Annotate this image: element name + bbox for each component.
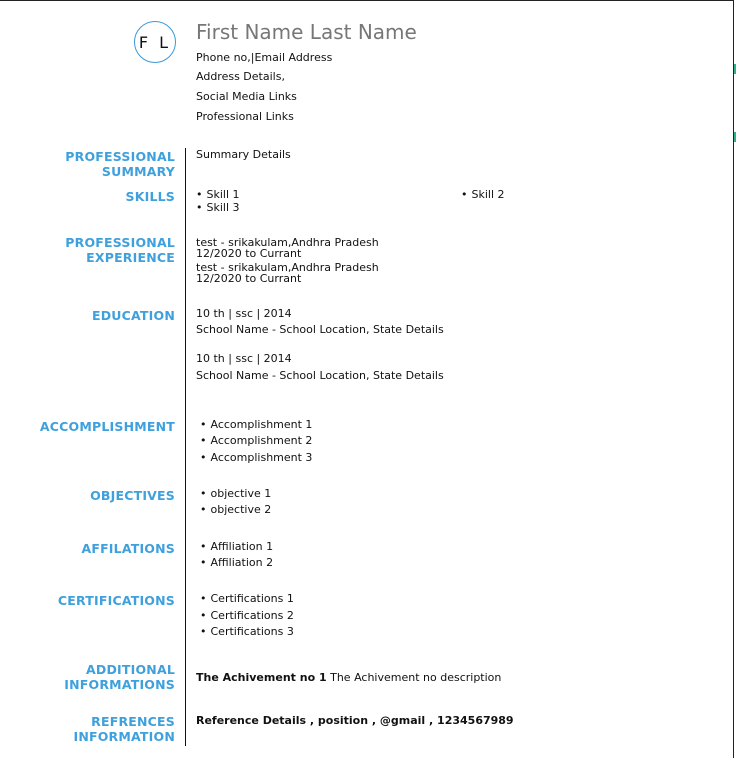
contact-line: Social Media Links bbox=[196, 90, 297, 103]
full-name: First Name Last Name bbox=[196, 20, 417, 44]
initials-avatar: F L bbox=[134, 21, 176, 63]
skill-item: Skill 3 bbox=[196, 202, 240, 214]
achievement-title: The Achivement no 1 bbox=[196, 671, 327, 684]
skill-item: Skill 2 bbox=[461, 189, 505, 201]
label-line: INFORMATION bbox=[73, 729, 175, 744]
education-title: 10 th | ssc | 2014 bbox=[196, 307, 292, 320]
certification-item: Certifications 2 bbox=[200, 610, 294, 622]
label-line: PROFESSIONAL bbox=[65, 149, 175, 164]
objective-item: objective 1 bbox=[200, 488, 272, 500]
label-line: INFORMATIONS bbox=[64, 677, 175, 692]
reference-details: Reference Details , position , @gmail , … bbox=[196, 714, 514, 727]
label-line: ADDITIONAL bbox=[86, 662, 175, 677]
education-school: School Name - School Location, State Det… bbox=[196, 369, 444, 382]
summary-text: Summary Details bbox=[196, 148, 291, 161]
contact-line: Professional Links bbox=[196, 110, 294, 123]
certification-item: Certifications 3 bbox=[200, 626, 294, 638]
certification-item: Certifications 1 bbox=[200, 593, 294, 605]
section-label-certifications: CERTIFICATIONS bbox=[57, 593, 175, 608]
section-label-additional: ADDITIONAL INFORMATIONS bbox=[64, 662, 175, 692]
page-border-top bbox=[0, 0, 733, 1]
label-line: PROFESSIONAL bbox=[65, 235, 175, 250]
accomplishment-item: Accomplishment 2 bbox=[200, 435, 313, 447]
experience-dates: 12/2020 to Currant bbox=[196, 247, 302, 260]
section-label-objectives: OBJECTIVES bbox=[90, 488, 175, 503]
section-label-skills: SKILLS bbox=[125, 189, 175, 204]
page-border-right bbox=[733, 0, 734, 758]
experience-dates: 12/2020 to Currant bbox=[196, 272, 302, 285]
accomplishment-item: Accomplishment 1 bbox=[200, 419, 313, 431]
education-school: School Name - School Location, State Det… bbox=[196, 323, 444, 336]
section-label-affilations: AFFILATIONS bbox=[81, 541, 175, 556]
objective-item: objective 2 bbox=[200, 504, 272, 516]
label-line: SUMMARY bbox=[101, 164, 175, 179]
contact-line: Address Details, bbox=[196, 70, 285, 83]
contact-line: Phone no,|Email Address bbox=[196, 51, 333, 64]
skill-item: Skill 1 bbox=[196, 189, 240, 201]
education-title: 10 th | ssc | 2014 bbox=[196, 352, 292, 365]
label-line: REFRENCES bbox=[91, 714, 175, 729]
section-label-references: REFRENCES INFORMATION bbox=[73, 714, 175, 744]
affiliation-item: Affiliation 1 bbox=[200, 541, 274, 553]
accomplishment-item: Accomplishment 3 bbox=[200, 452, 313, 464]
achievement-line: The Achivement no 1 The Achivement no de… bbox=[196, 672, 501, 684]
affiliation-item: Affiliation 2 bbox=[200, 557, 274, 569]
section-label-experience: PROFESSIONAL EXPERIENCE bbox=[65, 235, 175, 265]
section-label-education: EDUCATION bbox=[91, 308, 175, 323]
section-label-summary: PROFESSIONAL SUMMARY bbox=[65, 149, 175, 179]
label-line: EXPERIENCE bbox=[86, 250, 175, 265]
section-label-accomplishment: ACCOMPLISHMENT bbox=[39, 419, 175, 434]
achievement-description: The Achivement no description bbox=[330, 671, 502, 684]
section-divider-line bbox=[185, 148, 186, 746]
